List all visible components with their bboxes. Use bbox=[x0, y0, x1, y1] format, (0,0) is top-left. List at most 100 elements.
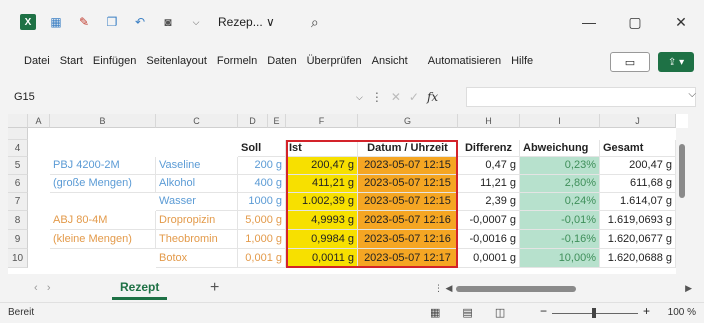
tab-start[interactable]: Start bbox=[60, 55, 83, 67]
chevron-down-icon[interactable]: ⌵ bbox=[356, 92, 363, 103]
cell-j7[interactable]: 1.614,07 g bbox=[600, 193, 676, 211]
row-header-8[interactable]: 8 bbox=[8, 211, 28, 230]
cell-i5[interactable]: 0,23% bbox=[520, 157, 600, 175]
add-sheet-button[interactable]: + bbox=[210, 279, 219, 297]
cancel-icon[interactable]: ✕ bbox=[391, 90, 401, 104]
zoom-in-icon[interactable]: + bbox=[643, 304, 650, 318]
cell-g9[interactable]: 2023-05-07 12:16 bbox=[358, 230, 458, 249]
cell-d7[interactable]: 1000 g bbox=[238, 193, 286, 211]
cell-b8[interactable]: ABJ 80-4M bbox=[50, 211, 156, 230]
horizontal-scrollbar[interactable]: ⋮ ◀ ▶ bbox=[434, 283, 692, 295]
col-header-h[interactable]: H bbox=[458, 114, 520, 128]
cell-g5[interactable]: 2023-05-07 12:15 bbox=[358, 157, 458, 175]
cell-h4[interactable]: Differenz bbox=[458, 140, 520, 157]
expand-formula-icon[interactable]: ⌵ bbox=[688, 89, 696, 100]
cell-j5[interactable]: 200,47 g bbox=[600, 157, 676, 175]
cell-f8[interactable]: 4,9993 g bbox=[286, 211, 358, 230]
cell-f4[interactable]: Ist bbox=[286, 140, 358, 157]
cell-g6[interactable]: 2023-05-07 12:15 bbox=[358, 175, 458, 193]
cell-b5[interactable]: PBJ 4200-2M bbox=[50, 157, 156, 175]
row-header-7[interactable]: 7 bbox=[8, 193, 28, 211]
row-header-3[interactable] bbox=[8, 128, 28, 140]
dropdown-icon[interactable]: ⌵ bbox=[188, 14, 204, 30]
close-button[interactable]: ✕ bbox=[658, 14, 704, 31]
cell-c6[interactable]: Alkohol bbox=[156, 175, 238, 193]
document-title[interactable]: Rezep... ∨ bbox=[218, 15, 275, 29]
zoom-level[interactable]: 100 % bbox=[668, 307, 696, 318]
cell-h5[interactable]: 0,47 g bbox=[458, 157, 520, 175]
cell-f5[interactable]: 200,47 g bbox=[286, 157, 358, 175]
tab-datei[interactable]: Datei bbox=[24, 55, 50, 67]
col-header-f[interactable]: F bbox=[286, 114, 358, 128]
zoom-out-icon[interactable]: − bbox=[540, 304, 547, 318]
cell-g4[interactable]: Datum / Uhrzeit bbox=[358, 140, 458, 157]
vertical-scroll-thumb[interactable] bbox=[679, 144, 685, 198]
cell-f6[interactable]: 411,21 g bbox=[286, 175, 358, 193]
comments-button[interactable]: ▭ bbox=[610, 52, 650, 72]
row-header-6[interactable]: 6 bbox=[8, 175, 28, 193]
cell-d8[interactable]: 5,000 g bbox=[238, 211, 286, 230]
tab-formeln[interactable]: Formeln bbox=[217, 55, 257, 67]
name-box[interactable]: G15 bbox=[14, 86, 35, 108]
cell-g10[interactable]: 2023-05-07 12:17 bbox=[358, 249, 458, 268]
cell-h8[interactable]: -0,0007 g bbox=[458, 211, 520, 230]
col-header-j[interactable]: J bbox=[600, 114, 676, 128]
cell-i10[interactable]: 10,00% bbox=[520, 249, 600, 268]
cell-b9[interactable]: (kleine Mengen) bbox=[50, 230, 156, 249]
cell-j4[interactable]: Gesamt bbox=[600, 140, 676, 157]
row-header-10[interactable]: 10 bbox=[8, 249, 28, 268]
cell-c7[interactable]: Wasser bbox=[156, 193, 238, 211]
scroll-right-icon[interactable]: ▶ bbox=[685, 283, 692, 294]
col-header-i[interactable]: I bbox=[520, 114, 600, 128]
tab-ansicht[interactable]: Ansicht bbox=[372, 55, 408, 67]
cell-g7[interactable]: 2023-05-07 12:15 bbox=[358, 193, 458, 211]
page-layout-view-icon[interactable]: ▤ bbox=[462, 306, 472, 319]
cell-i4[interactable]: Abweichung bbox=[520, 140, 600, 157]
camera-icon[interactable]: ◙ bbox=[160, 14, 176, 30]
cell-j8[interactable]: 1.619,0693 g bbox=[600, 211, 676, 230]
tab-ueberpruefen[interactable]: Überprüfen bbox=[307, 55, 362, 67]
cell-j10[interactable]: 1.620,0688 g bbox=[600, 249, 676, 268]
confirm-icon[interactable]: ✓ bbox=[409, 90, 419, 104]
more-icon[interactable]: ⋮ bbox=[371, 90, 383, 104]
cell-c8[interactable]: Dropropizin bbox=[156, 211, 238, 230]
horizontal-scroll-thumb[interactable] bbox=[456, 286, 576, 292]
cell-f9[interactable]: 0,9984 g bbox=[286, 230, 358, 249]
col-header-a[interactable]: A bbox=[28, 114, 50, 128]
search-icon[interactable]: ⌕ bbox=[311, 14, 319, 31]
zoom-knob[interactable] bbox=[592, 308, 596, 318]
cell-g8[interactable]: 2023-05-07 12:16 bbox=[358, 211, 458, 230]
cell-j6[interactable]: 611,68 g bbox=[600, 175, 676, 193]
tab-einfuegen[interactable]: Einfügen bbox=[93, 55, 136, 67]
tab-automatisieren[interactable]: Automatisieren bbox=[428, 55, 501, 67]
cell-f7[interactable]: 1.002,39 g bbox=[286, 193, 358, 211]
minimize-button[interactable]: — bbox=[566, 14, 612, 30]
cell-f10[interactable]: 0,0011 g bbox=[286, 249, 358, 268]
cell-i8[interactable]: -0,01% bbox=[520, 211, 600, 230]
cell-d6[interactable]: 400 g bbox=[238, 175, 286, 193]
zoom-slider[interactable]: − + bbox=[540, 304, 650, 319]
cell-h6[interactable]: 11,21 g bbox=[458, 175, 520, 193]
share-button[interactable]: ⇪ ▾ bbox=[658, 52, 694, 72]
cell-c9[interactable]: Theobromin bbox=[156, 230, 238, 249]
tab-daten[interactable]: Daten bbox=[267, 55, 296, 67]
tab-seitenlayout[interactable]: Seitenlayout bbox=[146, 55, 207, 67]
tab-hilfe[interactable]: Hilfe bbox=[511, 55, 533, 67]
function-icon[interactable]: fx bbox=[427, 90, 438, 104]
spreadsheet-grid[interactable]: A B C D E F G H I J 4 Soll Ist Datum / U… bbox=[8, 114, 688, 274]
cell-i9[interactable]: -0,16% bbox=[520, 230, 600, 249]
grid-icon[interactable]: ▦ bbox=[48, 14, 64, 30]
cell-c10[interactable]: Botox bbox=[156, 249, 238, 268]
cell-h9[interactable]: -0,0016 g bbox=[458, 230, 520, 249]
clipboard-icon[interactable]: ❐ bbox=[104, 14, 120, 30]
cell-c5[interactable]: Vaseline bbox=[156, 157, 238, 175]
cell-d5[interactable]: 200 g bbox=[238, 157, 286, 175]
col-header-e[interactable]: E bbox=[268, 114, 286, 128]
brush-icon[interactable]: ✎ bbox=[76, 14, 92, 30]
select-all-corner[interactable] bbox=[8, 114, 28, 128]
vertical-scrollbar[interactable] bbox=[676, 128, 688, 274]
maximize-button[interactable]: ▢ bbox=[612, 14, 658, 31]
row-header-9[interactable]: 9 bbox=[8, 230, 28, 249]
col-header-g[interactable]: G bbox=[358, 114, 458, 128]
col-header-b[interactable]: B bbox=[50, 114, 156, 128]
